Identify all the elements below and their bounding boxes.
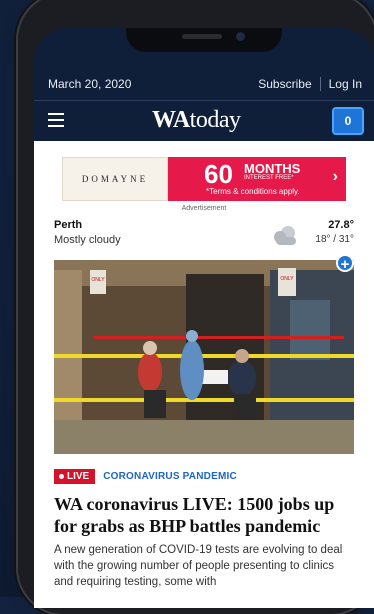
weather-current-temp: 27.8°: [328, 219, 354, 231]
article-headline[interactable]: WA coronavirus LIVE: 1500 jobs up for gr…: [54, 493, 354, 537]
ad-terms: *Terms & conditions apply.: [206, 187, 300, 196]
notification-badge[interactable]: 0: [332, 107, 364, 135]
weather-condition: Mostly cloudy: [54, 234, 121, 246]
logo-bold: WA: [152, 107, 190, 133]
account-links: Subscribe Log In: [258, 77, 362, 91]
save-plus-icon[interactable]: +: [336, 254, 354, 273]
ad-number: 60: [204, 159, 233, 189]
phone-screen: March 20, 2020 Subscribe Log In WAtoday …: [34, 28, 374, 608]
site-logo[interactable]: WAtoday: [152, 107, 241, 134]
article-tags: LIVE CORONAVIRUS PANDEMIC: [54, 467, 237, 485]
logo-light: today: [189, 107, 241, 133]
masthead: WAtoday 0: [34, 101, 374, 141]
page-content: DOMAYNE 60 MONTHS INTEREST FREE* *Terms …: [34, 141, 374, 608]
sign-only-right: ONLY: [280, 276, 294, 282]
login-link[interactable]: Log In: [329, 77, 362, 91]
advertisement-banner[interactable]: DOMAYNE 60 MONTHS INTEREST FREE* *Terms …: [62, 157, 346, 201]
weather-city: Perth: [54, 219, 83, 231]
section-link[interactable]: CORONAVIRUS PANDEMIC: [103, 471, 237, 482]
phone-notch: [126, 28, 282, 52]
photo-scene: ONLY ONLY: [54, 260, 354, 454]
subscribe-link[interactable]: Subscribe: [258, 77, 311, 91]
live-label: LIVE: [67, 470, 90, 482]
cloud-icon: [274, 226, 296, 245]
top-bar: March 20, 2020 Subscribe Log In: [34, 68, 374, 100]
weather-range: 18° / 31°: [315, 234, 354, 245]
sign-only-left: ONLY: [91, 277, 105, 283]
ad-promo: 60 MONTHS INTEREST FREE* *Terms & condit…: [168, 157, 346, 201]
link-divider: [319, 77, 321, 91]
current-date: March 20, 2020: [48, 77, 132, 91]
live-dot-icon: [59, 473, 64, 479]
chevron-right-icon: ›: [332, 168, 338, 185]
ad-label: Advertisement: [181, 205, 227, 212]
ad-subline: INTEREST FREE*: [244, 175, 294, 181]
ad-months: MONTHS: [244, 161, 301, 176]
speaker-grille: [182, 34, 222, 39]
article-photo[interactable]: ONLY ONLY: [54, 260, 354, 454]
ad-brand: DOMAYNE: [62, 157, 168, 201]
weather-widget[interactable]: Perth Mostly cloudy 27.8° 18° / 31°: [54, 219, 354, 253]
article-summary: A new generation of COVID-19 tests are e…: [54, 544, 343, 588]
menu-icon[interactable]: [48, 113, 64, 127]
front-camera: [236, 32, 245, 41]
live-badge: LIVE: [54, 468, 96, 484]
